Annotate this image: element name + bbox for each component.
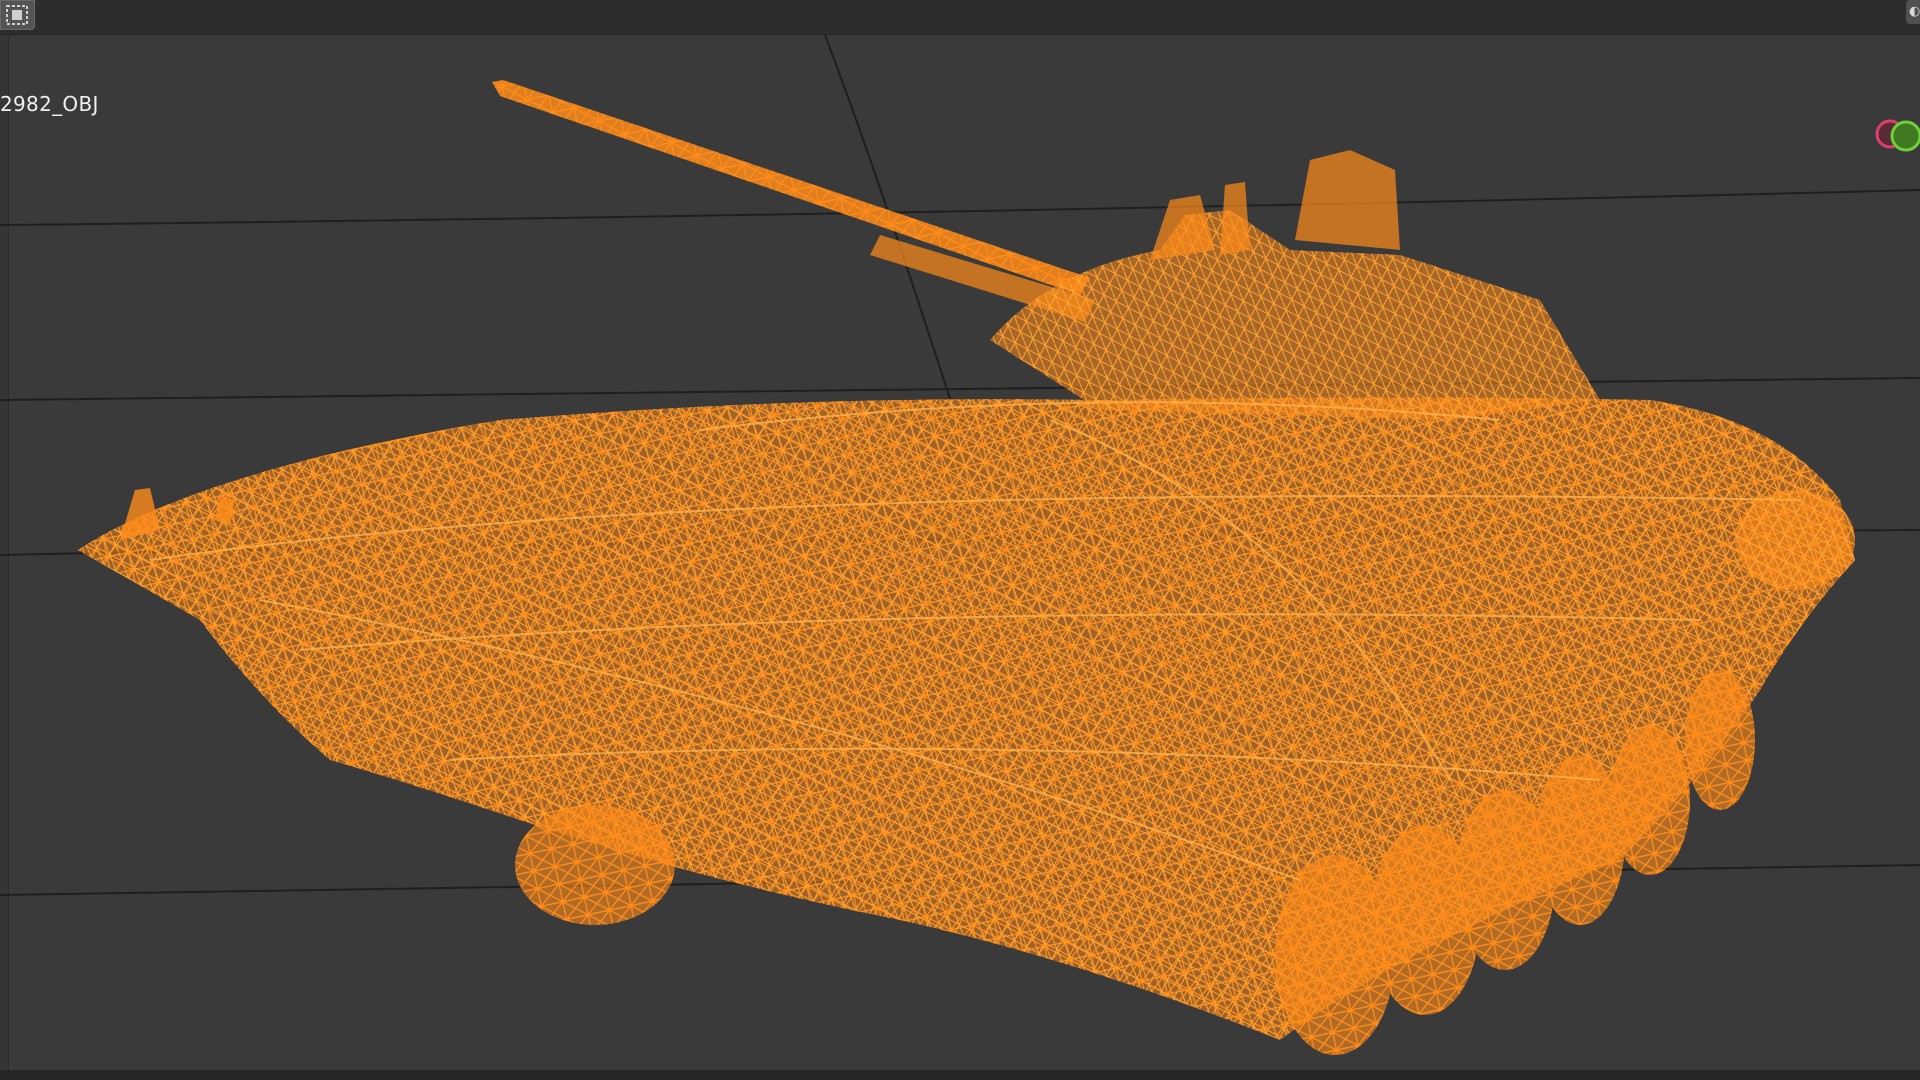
corner-toggle-icon: ◐ bbox=[1909, 4, 1920, 19]
viewport-scene bbox=[0, 34, 1920, 1055]
viewport-header bbox=[0, 0, 1920, 35]
select-box-tool-button[interactable] bbox=[0, 0, 35, 30]
tank-wireframe-mesh[interactable] bbox=[78, 80, 1855, 1055]
object-name-label: 2982_OBJ bbox=[0, 92, 99, 116]
corner-toggle-button[interactable]: ◐ bbox=[1906, 0, 1920, 24]
viewport-footer bbox=[0, 1070, 1920, 1080]
y-axis-gizmo-icon bbox=[1890, 120, 1920, 152]
box-select-icon bbox=[6, 5, 28, 25]
navigation-gizmo[interactable] bbox=[1872, 116, 1920, 156]
